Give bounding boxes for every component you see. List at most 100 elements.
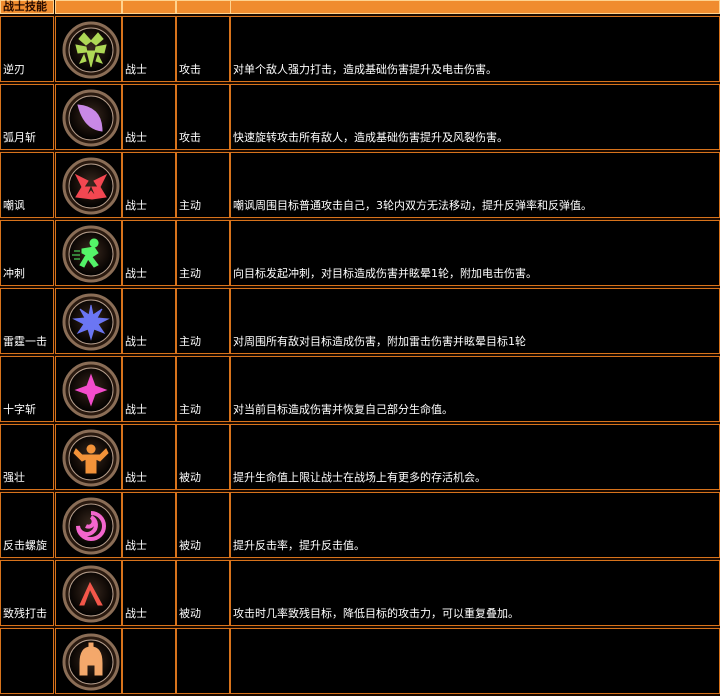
skill-name-cell: 冲刺 [0, 220, 54, 286]
skill-type-cell: 主动 [176, 220, 230, 286]
skill-description: 对当前目标造成伤害并恢复自己部分生命值。 [233, 403, 453, 416]
table-row: 致残打击 战士 被动 攻击时几率致残目标，降低目标的攻击力，可以重复叠加。 [0, 560, 720, 628]
skill-class: 战士 [125, 267, 147, 280]
bent-blade-icon [62, 565, 120, 623]
skill-class-cell: 战士 [122, 356, 176, 422]
skill-name-cell: 十字斩 [0, 356, 54, 422]
skill-class: 战士 [125, 403, 147, 416]
skill-name: 致残打击 [3, 607, 47, 620]
skill-name-cell: 弧月斩 [0, 84, 54, 150]
skill-name-cell: 强壮 [0, 424, 54, 490]
skill-description: 对周围所有敌对目标造成伤害，附加雷击伤害并眩晕目标1轮 [233, 335, 526, 348]
skill-type-cell: 主动 [176, 152, 230, 218]
table-row: 嘲讽 战士 主动 嘲讽周围目标普通攻击自己，3轮内双方无法移动，提升反弹率和反弹… [0, 152, 720, 220]
header-col-type [122, 0, 176, 14]
spartan-helmet-icon [62, 633, 120, 691]
crescent-slash-icon [62, 89, 120, 147]
skill-type: 主动 [179, 199, 201, 212]
winged-bug-icon [62, 21, 120, 79]
skill-description: 嘲讽周围目标普通攻击自己，3轮内双方无法移动，提升反弹率和反弹值。 [233, 199, 592, 212]
skill-description: 快速旋转攻击所有敌人，造成基础伤害提升及风裂伤害。 [233, 131, 508, 144]
skill-description: 提升生命值上限让战士在战场上有更多的存活机会。 [233, 471, 486, 484]
table-row: 弧月斩 战士 攻击 快速旋转攻击所有敌人，造成基础伤害提升及风裂伤害。 [0, 84, 720, 152]
skill-class: 战士 [125, 539, 147, 552]
skill-name: 冲刺 [3, 267, 25, 280]
skill-type: 被动 [179, 539, 201, 552]
skill-name: 逆刃 [3, 63, 25, 76]
skill-name-cell [0, 628, 54, 694]
skill-description: 对单个敌人强力打击，造成基础伤害提升及电击伤害。 [233, 63, 497, 76]
table-row [0, 628, 720, 696]
skill-name-cell: 反击螺旋 [0, 492, 54, 558]
skill-description: 提升反击率，提升反击值。 [233, 539, 365, 552]
skill-class-cell: 战士 [122, 492, 176, 558]
skill-desc-cell: 提升生命值上限让战士在战场上有更多的存活机会。 [230, 424, 720, 490]
skill-class-cell: 战士 [122, 16, 176, 82]
skill-icon-cell [55, 288, 122, 354]
skill-type-cell: 攻击 [176, 16, 230, 82]
skill-description: 向目标发起冲刺，对目标造成伤害并眩晕1轮，附加电击伤害。 [233, 267, 537, 280]
skill-name-cell: 嘲讽 [0, 152, 54, 218]
skill-class: 战士 [125, 199, 147, 212]
skill-class-cell: 战士 [122, 152, 176, 218]
skill-name: 雷霆一击 [3, 335, 47, 348]
skill-icon-cell [55, 16, 122, 82]
sprinting-man-icon [62, 225, 120, 283]
skill-class: 战士 [125, 471, 147, 484]
skill-icon-cell [55, 84, 122, 150]
skill-desc-cell: 对当前目标造成伤害并恢复自己部分生命值。 [230, 356, 720, 422]
skill-type-cell: 攻击 [176, 84, 230, 150]
table-row: 十字斩 战士 主动 对当前目标造成伤害并恢复自己部分生命值。 [0, 356, 720, 424]
skill-type-cell: 被动 [176, 560, 230, 626]
red-mask-icon [62, 157, 120, 215]
skill-class: 战士 [125, 131, 147, 144]
skill-class-cell: 战士 [122, 288, 176, 354]
header-col-class [55, 0, 122, 14]
skill-class-cell: 战士 [122, 84, 176, 150]
table-row: 强壮 战士 被动 提升生命值上限让战士在战场上有更多的存活机会。 [0, 424, 720, 492]
header-title: 战士技能 [0, 0, 54, 14]
skill-name-cell: 雷霆一击 [0, 288, 54, 354]
skill-desc-cell: 攻击时几率致残目标，降低目标的攻击力，可以重复叠加。 [230, 560, 720, 626]
skill-icon-cell [55, 220, 122, 286]
skill-type: 被动 [179, 607, 201, 620]
skill-class-cell: 战士 [122, 424, 176, 490]
skill-name: 强壮 [3, 471, 25, 484]
skill-desc-cell [230, 628, 720, 694]
skill-type: 攻击 [179, 63, 201, 76]
skill-description: 攻击时几率致残目标，降低目标的攻击力，可以重复叠加。 [233, 607, 519, 620]
table-row: 冲刺 战士 主动 向目标发起冲刺，对目标造成伤害并眩晕1轮，附加电击伤害。 [0, 220, 720, 288]
skill-class: 战士 [125, 63, 147, 76]
skill-name: 弧月斩 [3, 131, 36, 144]
strongman-icon [62, 429, 120, 487]
table-row: 逆刃 战士 攻击 对单个敌人强力打击，造成基础伤害提升及电击伤害。 [0, 16, 720, 84]
skill-type-cell: 主动 [176, 356, 230, 422]
skill-desc-cell: 对周围所有敌对目标造成伤害，附加雷击伤害并眩晕目标1轮 [230, 288, 720, 354]
skill-type: 主动 [179, 267, 201, 280]
skill-type-cell: 被动 [176, 492, 230, 558]
skill-name-cell: 逆刃 [0, 16, 54, 82]
header-col-extra [230, 0, 720, 14]
skill-icon-cell [55, 356, 122, 422]
skill-icon-cell [55, 628, 122, 694]
spiral-icon [62, 497, 120, 555]
skill-type: 攻击 [179, 131, 201, 144]
skill-name: 嘲讽 [3, 199, 25, 212]
skill-class-cell [122, 628, 176, 694]
skill-class-cell: 战士 [122, 560, 176, 626]
lightning-burst-icon [62, 293, 120, 351]
skill-icon-cell [55, 492, 122, 558]
skill-desc-cell: 快速旋转攻击所有敌人，造成基础伤害提升及风裂伤害。 [230, 84, 720, 150]
skill-type: 主动 [179, 403, 201, 416]
skill-class-cell: 战士 [122, 220, 176, 286]
skill-class: 战士 [125, 335, 147, 348]
skill-desc-cell: 对单个敌人强力打击，造成基础伤害提升及电击伤害。 [230, 16, 720, 82]
cross-star-icon [62, 361, 120, 419]
skill-type-cell: 主动 [176, 288, 230, 354]
table-row: 反击螺旋 战士 被动 提升反击率，提升反击值。 [0, 492, 720, 560]
skill-icon-cell [55, 560, 122, 626]
skill-desc-cell: 向目标发起冲刺，对目标造成伤害并眩晕1轮，附加电击伤害。 [230, 220, 720, 286]
table-row: 雷霆一击 战士 主动 对周围所有敌对目标造成伤害，附加雷击伤害并眩晕目标1轮 [0, 288, 720, 356]
skill-name: 十字斩 [3, 403, 36, 416]
skill-icon-cell [55, 152, 122, 218]
